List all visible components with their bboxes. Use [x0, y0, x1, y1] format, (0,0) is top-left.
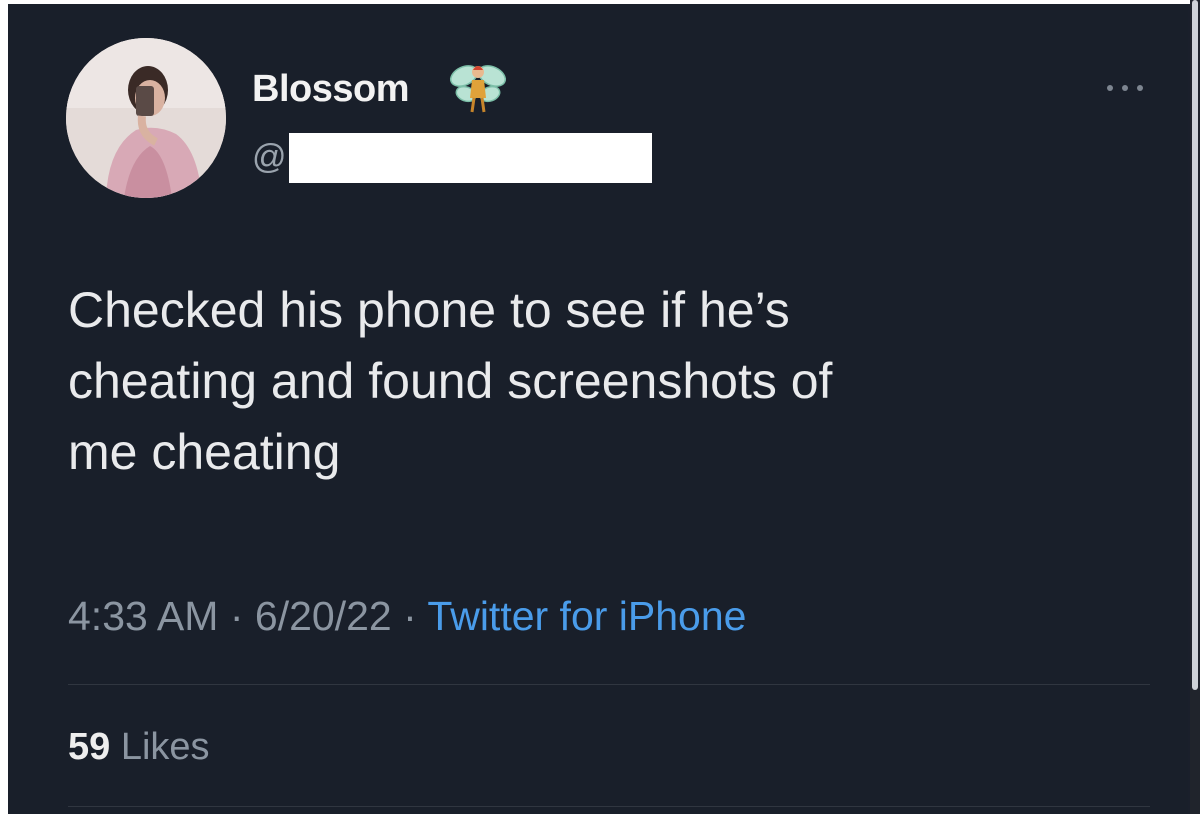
- tweet-date[interactable]: 6/20/22: [255, 593, 392, 639]
- tweet-metadata: 4:33 AM · 6/20/22 · Twitter for iPhone: [68, 593, 746, 640]
- more-options-icon[interactable]: [1100, 78, 1150, 98]
- avatar[interactable]: [66, 38, 226, 198]
- fairy-icon: [450, 65, 506, 113]
- likes-label: Likes: [120, 726, 210, 768]
- tweet-time[interactable]: 4:33 AM: [68, 593, 218, 639]
- tweet-text-line: Checked his phone to see if he’s: [68, 282, 790, 338]
- avatar-image: [66, 38, 226, 198]
- display-name[interactable]: Blossom: [252, 68, 409, 111]
- tweet-text-line: me cheating: [68, 424, 341, 480]
- divider: [68, 684, 1150, 685]
- handle-redaction-box: [289, 133, 652, 183]
- likes-stat[interactable]: 59 Likes: [68, 726, 210, 769]
- tweet-text: Checked his phone to see if he’s cheatin…: [68, 275, 1148, 488]
- meta-separator: ·: [229, 593, 244, 639]
- meta-separator: ·: [403, 593, 417, 639]
- image-border-left: [0, 0, 8, 814]
- likes-count: 59: [68, 726, 111, 768]
- tweet-text-line: cheating and found screenshots of: [68, 353, 833, 409]
- tweet-source-link[interactable]: Twitter for iPhone: [427, 593, 746, 639]
- scrollbar-thumb[interactable]: [1192, 0, 1198, 690]
- user-handle[interactable]: @: [252, 138, 287, 177]
- divider: [68, 806, 1150, 807]
